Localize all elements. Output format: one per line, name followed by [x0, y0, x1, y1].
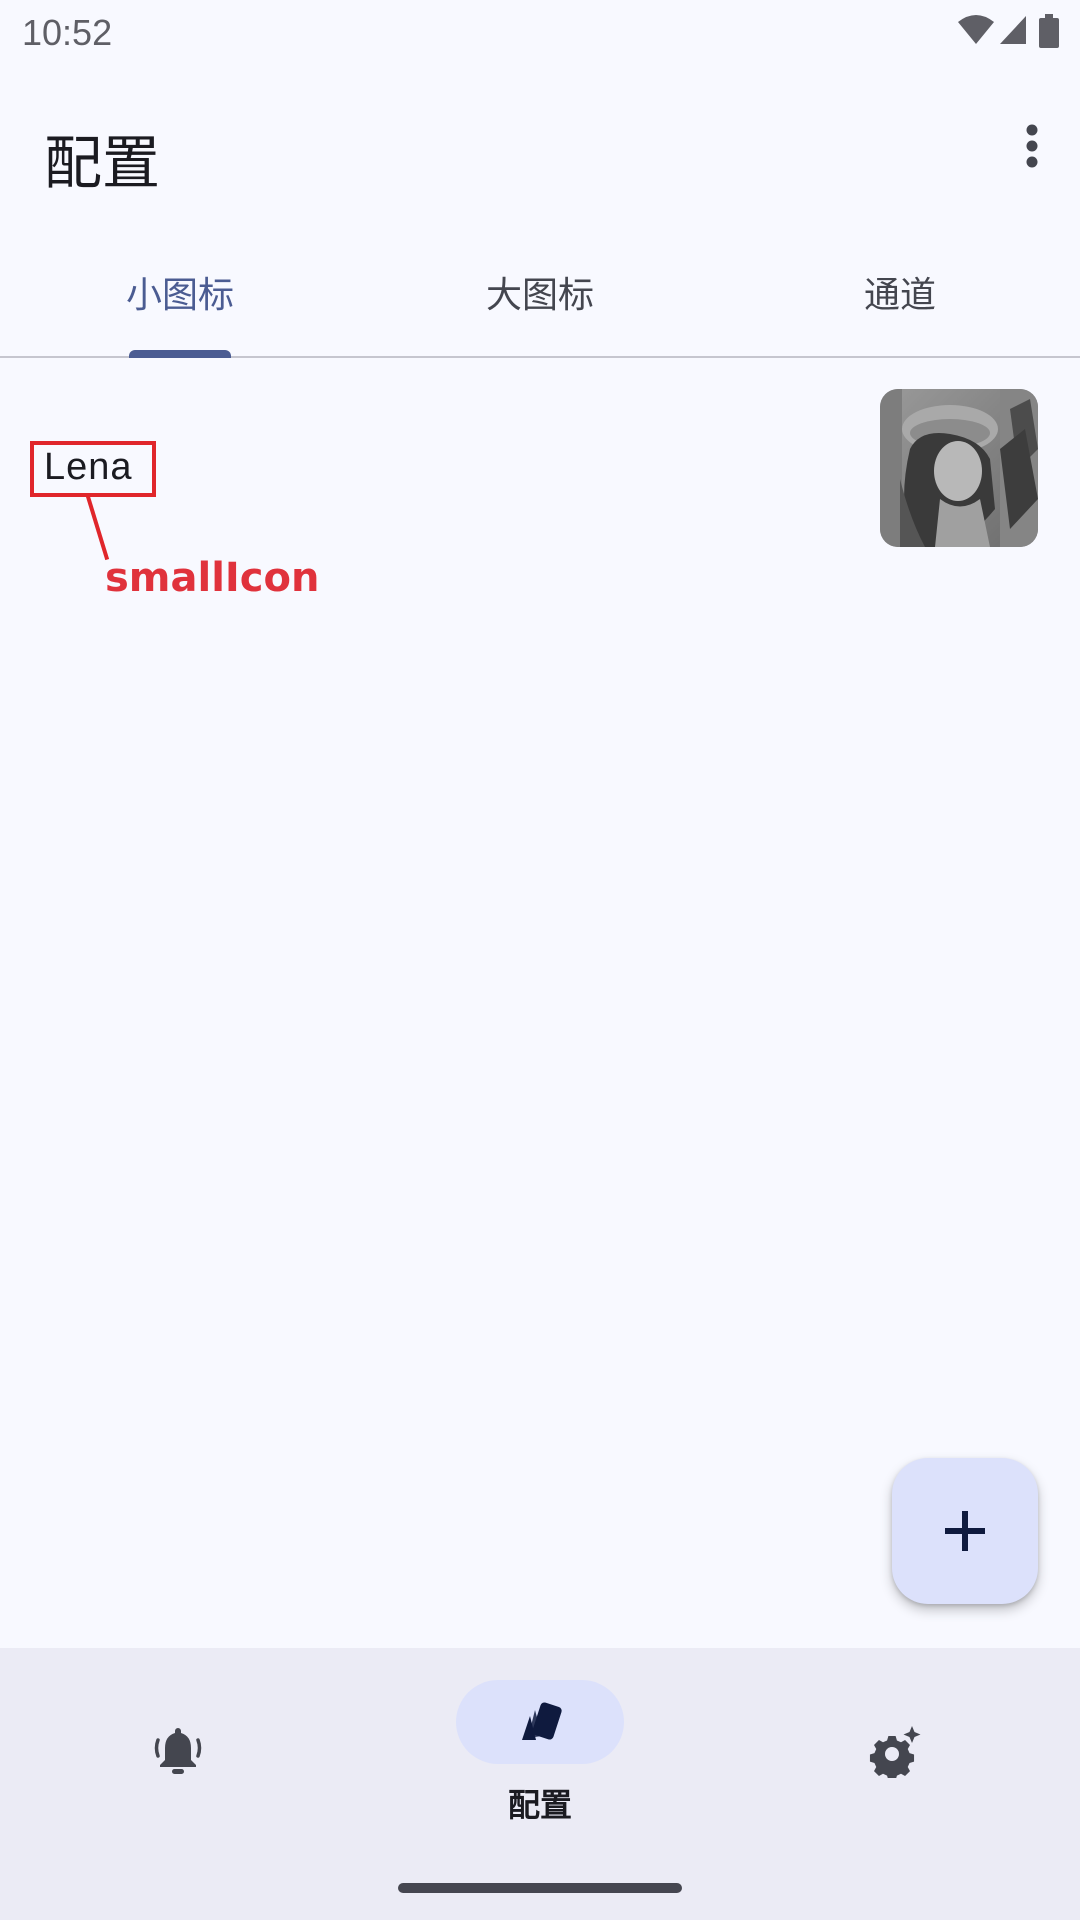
lena-image — [880, 389, 1038, 547]
annotation-box — [30, 441, 156, 497]
status-bar: 10:52 — [0, 0, 1080, 64]
add-icon — [945, 1511, 985, 1551]
more-options-button[interactable] — [1008, 114, 1056, 194]
status-time: 10:52 — [22, 12, 113, 53]
tab-indicator — [129, 350, 231, 358]
tab-large-icon[interactable]: 大图标 — [360, 240, 720, 356]
page-title: 配置 — [44, 129, 161, 197]
tab-label: 通道 — [863, 275, 936, 316]
battery-icon — [1039, 14, 1059, 48]
tab-label: 小图标 — [125, 275, 234, 316]
home-indicator[interactable] — [398, 1883, 682, 1893]
more-vert-icon — [1026, 124, 1038, 168]
settings-icon — [869, 1726, 921, 1778]
nav-item-config[interactable]: 配置 — [360, 1648, 720, 1848]
top-app-bar: 配置 — [0, 64, 1080, 240]
wifi-icon — [958, 15, 994, 44]
nav-item-notifications[interactable] — [0, 1648, 360, 1848]
tab-channel[interactable]: 通道 — [720, 240, 1080, 356]
tab-label: 大图标 — [485, 275, 594, 316]
bottom-navigation: 配置 — [0, 1648, 1080, 1920]
tab-row: 小图标 大图标 通道 — [0, 240, 1080, 358]
signal-icon — [1000, 16, 1026, 44]
nav-label-config: 配置 — [507, 1786, 572, 1824]
annotation-label: smallIcon — [105, 555, 320, 601]
screen: 10:52 配置 小图标 大图标 通道 Lena smallIcon 配置 — [0, 0, 1080, 1920]
lena-thumbnail — [880, 389, 1038, 547]
nav-item-settings[interactable] — [720, 1648, 1080, 1848]
bell-icon — [154, 1728, 202, 1774]
cards-icon — [522, 1702, 562, 1740]
tab-small-icon[interactable]: 小图标 — [0, 240, 360, 358]
add-button[interactable] — [892, 1458, 1038, 1604]
